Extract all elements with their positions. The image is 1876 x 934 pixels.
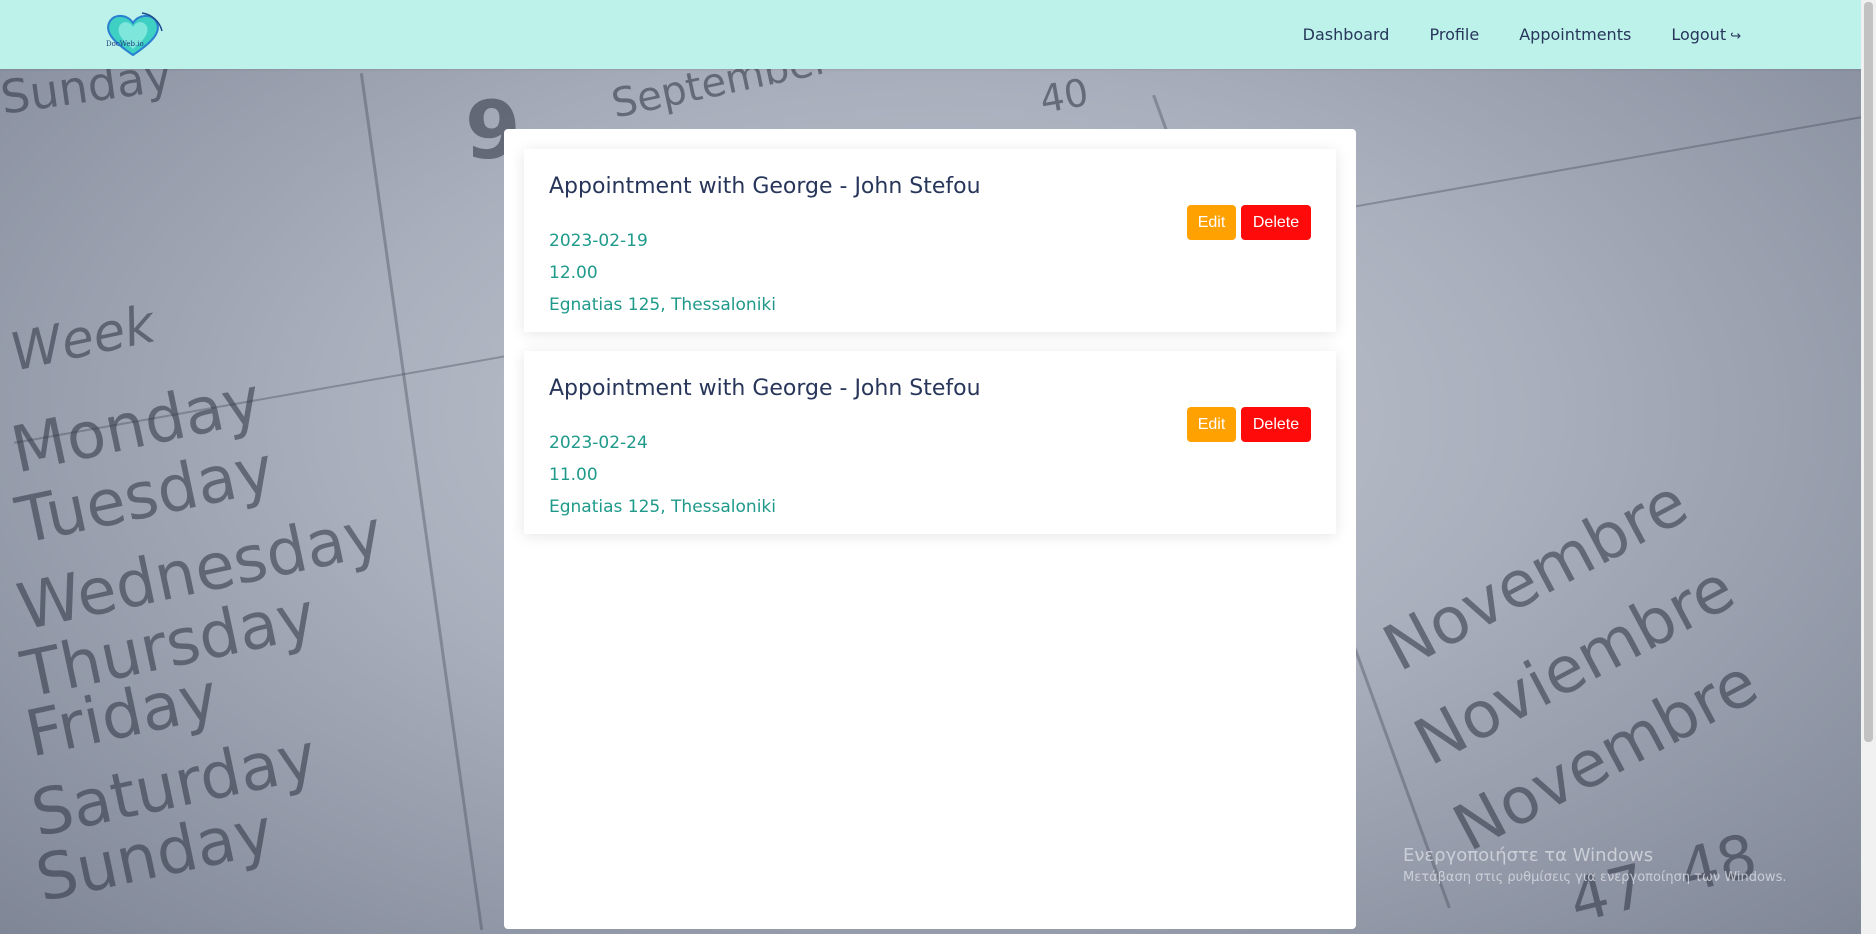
- appointments-panel: Appointment with George - John Stefou 20…: [504, 129, 1356, 929]
- scrollbar-thumb[interactable]: [1864, 2, 1873, 742]
- page-scrollbar[interactable]: [1861, 0, 1876, 934]
- appointment-address: Egnatias 125, Thessaloniki: [549, 497, 776, 517]
- bg-word: 40: [1036, 70, 1092, 122]
- delete-button[interactable]: Delete: [1241, 407, 1311, 442]
- appointment-address: Egnatias 125, Thessaloniki: [549, 295, 776, 315]
- navbar: DocWeb.io Dashboard Profile Appointments…: [0, 0, 1876, 69]
- edit-button[interactable]: Edit: [1187, 205, 1236, 240]
- appointment-date: 2023-02-19: [549, 231, 648, 251]
- main-nav: Dashboard Profile Appointments Logout ↪: [1303, 0, 1741, 69]
- bg-word: Sunday: [0, 69, 176, 125]
- appointment-date: 2023-02-24: [549, 433, 648, 453]
- bg-word: September: [607, 69, 834, 128]
- delete-button[interactable]: Delete: [1241, 205, 1311, 240]
- bg-word: Week: [5, 294, 161, 384]
- watermark-title: Ενεργοποιήστε τα Windows: [1403, 845, 1654, 866]
- appointment-card: Appointment with George - John Stefou 20…: [524, 351, 1336, 534]
- logo-text: DocWeb.io: [106, 40, 144, 48]
- appointment-card: Appointment with George - John Stefou 20…: [524, 149, 1336, 332]
- appointment-title: Appointment with George - John Stefou: [549, 174, 981, 199]
- appointment-time: 11.00: [549, 465, 598, 485]
- appointment-time: 12.00: [549, 263, 598, 283]
- windows-activation-watermark: Ενεργοποιήστε τα Windows Μετάβαση στις ρ…: [1403, 845, 1786, 885]
- docweb-logo[interactable]: DocWeb.io: [102, 11, 164, 59]
- nav-appointments-link[interactable]: Appointments: [1519, 25, 1631, 44]
- edit-button[interactable]: Edit: [1187, 407, 1236, 442]
- nav-logout-label: Logout: [1671, 25, 1727, 44]
- appointment-title: Appointment with George - John Stefou: [549, 376, 981, 401]
- logout-arrow-icon: ↪: [1730, 29, 1741, 44]
- watermark-subtitle: Μετάβαση στις ρυθμίσεις για ενεργοποίηση…: [1403, 870, 1787, 885]
- nav-profile-link[interactable]: Profile: [1429, 25, 1479, 44]
- nav-logout-link[interactable]: Logout ↪: [1671, 25, 1741, 44]
- nav-dashboard-link[interactable]: Dashboard: [1303, 25, 1390, 44]
